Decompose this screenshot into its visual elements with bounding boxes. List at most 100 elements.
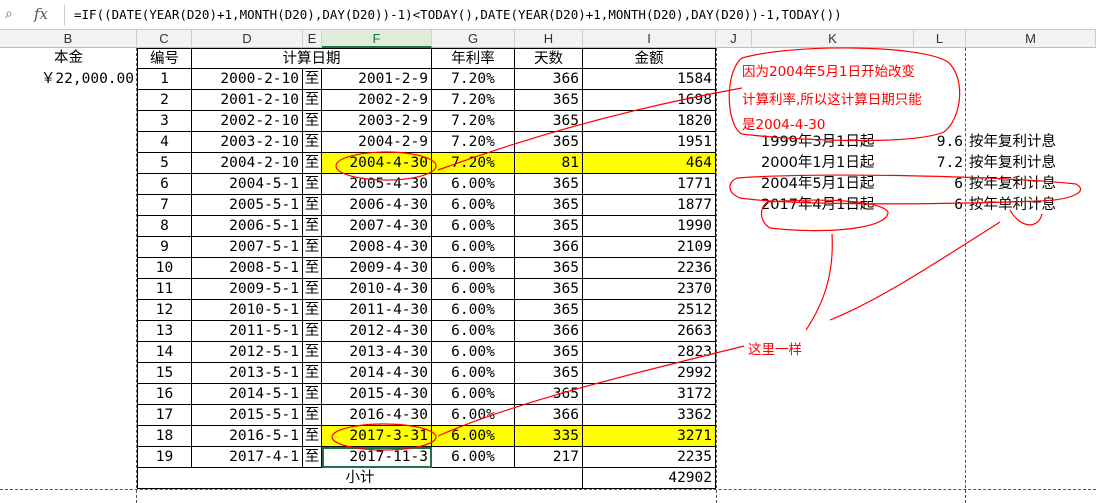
cell-to[interactable]: 至 — [303, 216, 322, 237]
cell-end-date[interactable]: 2005-4-30 — [322, 174, 432, 195]
cell-no[interactable]: 16 — [137, 384, 192, 405]
cell-rate[interactable]: 7.20% — [432, 111, 515, 132]
cell-days[interactable]: 365 — [515, 111, 583, 132]
cell-amount[interactable]: 1584 — [583, 69, 716, 90]
cell-start-date[interactable]: 2014-5-1 — [192, 384, 303, 405]
cell-end-date[interactable]: 2003-2-9 — [322, 111, 432, 132]
cell-start-date[interactable]: 2002-2-10 — [192, 111, 303, 132]
column-header-g[interactable]: G — [432, 30, 515, 48]
cell-days[interactable]: 365 — [515, 132, 583, 153]
cell-to[interactable]: 至 — [303, 384, 322, 405]
cell-amount[interactable]: 2992 — [583, 363, 716, 384]
cell-amount[interactable]: 1990 — [583, 216, 716, 237]
cell-end-date[interactable]: 2008-4-30 — [322, 237, 432, 258]
side-method[interactable]: 按年复利计息 — [966, 132, 1096, 153]
header-rate[interactable]: 年利率 — [432, 48, 515, 69]
side-date[interactable]: 2004年5月1日起 — [758, 174, 914, 195]
fx-icon[interactable]: fx — [34, 5, 48, 23]
side-rate[interactable]: 6 — [914, 195, 966, 216]
cell-no[interactable]: 10 — [137, 258, 192, 279]
side-date[interactable]: 2000年1月1日起 — [758, 153, 914, 174]
cell-end-date[interactable]: 2002-2-9 — [322, 90, 432, 111]
header-no[interactable]: 编号 — [137, 48, 192, 69]
cell-amount[interactable]: 2109 — [583, 237, 716, 258]
cell-end-date[interactable]: 2011-4-30 — [322, 300, 432, 321]
cell-start-date[interactable]: 2010-5-1 — [192, 300, 303, 321]
cell-rate[interactable]: 7.20% — [432, 132, 515, 153]
cell-to[interactable]: 至 — [303, 342, 322, 363]
cell-start-date[interactable]: 2011-5-1 — [192, 321, 303, 342]
cell-no[interactable]: 3 — [137, 111, 192, 132]
cell-to[interactable]: 至 — [303, 300, 322, 321]
cell-start-date[interactable]: 2015-5-1 — [192, 405, 303, 426]
cell-rate[interactable]: 6.00% — [432, 216, 515, 237]
column-header-c[interactable]: C — [137, 30, 192, 48]
cell-rate[interactable]: 6.00% — [432, 447, 515, 468]
cell-amount[interactable]: 1820 — [583, 111, 716, 132]
cell-start-date[interactable]: 2006-5-1 — [192, 216, 303, 237]
cell-rate[interactable]: 6.00% — [432, 279, 515, 300]
cell-no[interactable]: 17 — [137, 405, 192, 426]
cell-amount[interactable]: 1698 — [583, 90, 716, 111]
cell-start-date[interactable]: 2013-5-1 — [192, 363, 303, 384]
cell-no[interactable]: 2 — [137, 90, 192, 111]
cell-amount[interactable]: 1877 — [583, 195, 716, 216]
cell-days[interactable]: 366 — [515, 69, 583, 90]
cell-to[interactable]: 至 — [303, 258, 322, 279]
cell-end-date[interactable]: 2010-4-30 — [322, 279, 432, 300]
cell-start-date[interactable]: 2009-5-1 — [192, 279, 303, 300]
cell-amount[interactable]: 2235 — [583, 447, 716, 468]
cell-days[interactable]: 365 — [515, 384, 583, 405]
cell-end-date[interactable]: 2007-4-30 — [322, 216, 432, 237]
zoom-icon[interactable]: ⌕ — [5, 6, 21, 22]
cell-rate[interactable]: 6.00% — [432, 300, 515, 321]
cell-days[interactable]: 366 — [515, 237, 583, 258]
cell-end-date[interactable]: 2004-2-9 — [322, 132, 432, 153]
column-header-j[interactable]: J — [716, 30, 752, 48]
cell-days[interactable]: 217 — [515, 447, 583, 468]
cell-rate[interactable]: 6.00% — [432, 384, 515, 405]
cell-end-date[interactable]: 2015-4-30 — [322, 384, 432, 405]
cell-end-date[interactable]: 2017-3-31 — [322, 426, 432, 447]
cell-end-date[interactable]: 2001-2-9 — [322, 69, 432, 90]
principal-value[interactable]: ￥22,000.00 — [0, 69, 137, 90]
cell-rate[interactable]: 7.20% — [432, 90, 515, 111]
cell-no[interactable]: 7 — [137, 195, 192, 216]
cell-amount[interactable]: 3271 — [583, 426, 716, 447]
cell-rate[interactable]: 6.00% — [432, 363, 515, 384]
cell-days[interactable]: 366 — [515, 405, 583, 426]
cell-no[interactable]: 1 — [137, 69, 192, 90]
cell-rate[interactable]: 7.20% — [432, 153, 515, 174]
cell-no[interactable]: 11 — [137, 279, 192, 300]
column-header-h[interactable]: H — [515, 30, 583, 48]
cell-no[interactable]: 9 — [137, 237, 192, 258]
column-header-m[interactable]: M — [966, 30, 1096, 48]
cell-days[interactable]: 365 — [515, 216, 583, 237]
cell-end-date[interactable]: 2012-4-30 — [322, 321, 432, 342]
side-date[interactable]: 1999年3月1日起 — [758, 132, 914, 153]
cell-amount[interactable]: 3172 — [583, 384, 716, 405]
side-rate[interactable]: 7.2 — [914, 153, 966, 174]
cell-days[interactable]: 81 — [515, 153, 583, 174]
side-date[interactable]: 2017年4月1日起 — [758, 195, 914, 216]
cell-start-date[interactable]: 2008-5-1 — [192, 258, 303, 279]
cell-no[interactable]: 8 — [137, 216, 192, 237]
column-header-i[interactable]: I — [583, 30, 716, 48]
cell-days[interactable]: 365 — [515, 174, 583, 195]
cell-to[interactable]: 至 — [303, 426, 322, 447]
cell-start-date[interactable]: 2004-5-1 — [192, 174, 303, 195]
cell-amount[interactable]: 2663 — [583, 321, 716, 342]
cell-days[interactable]: 335 — [515, 426, 583, 447]
cell-start-date[interactable]: 2001-2-10 — [192, 90, 303, 111]
cell-no[interactable]: 15 — [137, 363, 192, 384]
cell-end-date[interactable]: 2013-4-30 — [322, 342, 432, 363]
cell-to[interactable]: 至 — [303, 174, 322, 195]
cell-rate[interactable]: 6.00% — [432, 258, 515, 279]
header-amount[interactable]: 金额 — [583, 48, 716, 69]
cell-to[interactable]: 至 — [303, 90, 322, 111]
cell-to[interactable]: 至 — [303, 237, 322, 258]
side-rate[interactable]: 9.6 — [914, 132, 966, 153]
cell-start-date[interactable]: 2017-4-1 — [192, 447, 303, 468]
cell-to[interactable]: 至 — [303, 447, 322, 468]
cell-no[interactable]: 4 — [137, 132, 192, 153]
